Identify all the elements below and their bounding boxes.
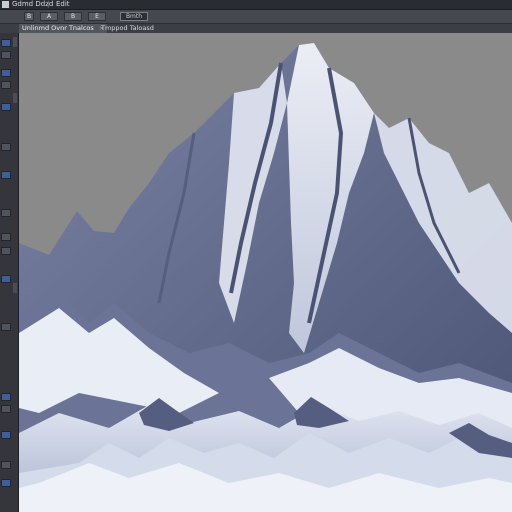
tool-panel xyxy=(0,33,19,512)
tab-label: Tmppod Taloasd xyxy=(101,24,154,32)
drawing-canvas[interactable] xyxy=(19,33,512,512)
toolbar: B A B E Bmth xyxy=(0,10,512,24)
tab-canvas-2[interactable]: Tmppod Taloasd xyxy=(98,24,157,33)
tool-icon-7[interactable] xyxy=(1,171,11,179)
app-logo-icon[interactable] xyxy=(2,1,9,8)
tab-canvas-1[interactable]: Unlinmd Ovnr Tnalcos × xyxy=(19,24,108,33)
panel-scroll-handle[interactable] xyxy=(13,93,17,103)
tool-icon-17[interactable] xyxy=(1,479,11,487)
tool-icon-16[interactable] xyxy=(1,461,11,469)
tool-icon-10[interactable] xyxy=(1,247,11,255)
tool-icon-14[interactable] xyxy=(1,405,11,413)
panel-scroll-handle[interactable] xyxy=(13,283,17,293)
tool-icon-11[interactable] xyxy=(1,275,11,283)
panel-scroll-handle[interactable] xyxy=(13,37,17,47)
tool-icon-4[interactable] xyxy=(1,81,11,89)
tool-icon-9[interactable] xyxy=(1,233,11,241)
canvas-tab-row: Unlinmd Ovnr Tnalcos × Tmppod Taloasd xyxy=(0,24,512,33)
mountain-landscape-image xyxy=(19,33,512,512)
tool-icon-6[interactable] xyxy=(1,143,11,151)
menu-separator-icon: | xyxy=(47,0,50,8)
tool-icon-2[interactable] xyxy=(1,51,11,59)
menu-bar: Gdmd Ddzd | Edit xyxy=(0,0,512,10)
toolbar-button-2[interactable]: A xyxy=(40,12,58,21)
tool-icon-12[interactable] xyxy=(1,323,11,331)
toolbar-button-1[interactable]: B xyxy=(24,12,34,21)
toolbar-button-4[interactable]: E xyxy=(88,12,106,21)
tool-icon-3[interactable] xyxy=(1,69,11,77)
tool-icon-15[interactable] xyxy=(1,431,11,439)
tool-icon-5[interactable] xyxy=(1,103,11,111)
toolbar-button-3[interactable]: B xyxy=(64,12,82,21)
tool-icon-13[interactable] xyxy=(1,393,11,401)
toolbar-combo[interactable]: Bmth xyxy=(120,12,148,21)
tool-icon-1[interactable] xyxy=(1,39,11,47)
menu-item-edit[interactable]: Edit xyxy=(56,0,70,9)
tab-label: Unlinmd Ovnr Tnalcos xyxy=(22,24,94,32)
tool-icon-8[interactable] xyxy=(1,209,11,217)
